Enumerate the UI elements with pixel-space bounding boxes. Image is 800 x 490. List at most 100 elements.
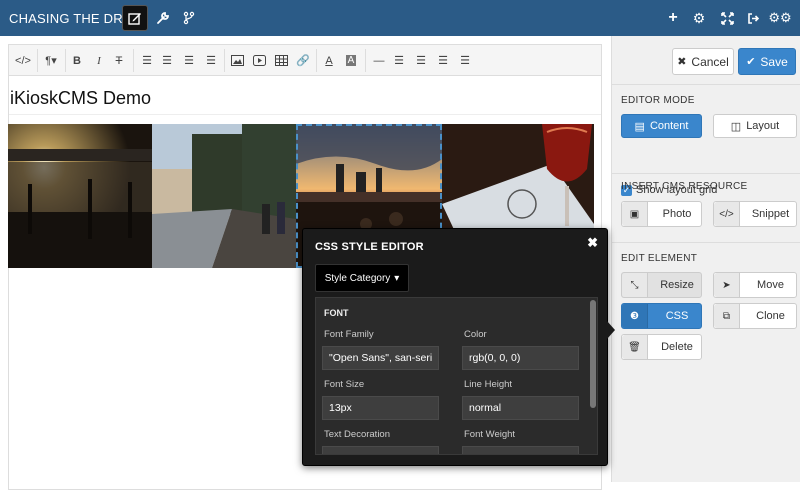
picture-icon: ▣ bbox=[622, 202, 648, 226]
cancel-button[interactable]: ✖ Cancel bbox=[672, 48, 734, 75]
branch-button[interactable] bbox=[176, 5, 202, 31]
ordered-list-icon[interactable]: ☰ bbox=[157, 51, 177, 70]
font-group-title: FONT bbox=[324, 308, 349, 318]
divider bbox=[612, 84, 800, 85]
close-icon[interactable]: ✖ bbox=[587, 235, 598, 251]
top-bar: CHASING THE DRIFT + ⚙ ⚙⚙ bbox=[0, 0, 800, 36]
cogs-icon: ⚙⚙ bbox=[768, 10, 792, 25]
move-label: Move bbox=[757, 279, 784, 291]
expand-icon bbox=[720, 11, 734, 25]
font-size-field[interactable]: 13px bbox=[322, 396, 439, 420]
trash-icon: 🗑 bbox=[622, 335, 648, 359]
photo-label: Photo bbox=[662, 208, 692, 220]
clone-label: Clone bbox=[756, 310, 785, 322]
location-arrow-icon: ➤ bbox=[714, 273, 740, 297]
side-panel: ✖ Cancel ✔ Save EDITOR MODE ▤ Content ◫ Layo… bbox=[611, 36, 800, 482]
layout-mode-button[interactable]: ◫ Layout bbox=[713, 114, 797, 138]
align-right-icon[interactable]: ☰ bbox=[433, 51, 453, 70]
clone-button[interactable]: ⧉ Clone bbox=[713, 303, 797, 329]
insert-snippet-button[interactable]: </> Snippet bbox=[713, 201, 797, 227]
snippet-label: Snippet bbox=[751, 208, 790, 220]
divider bbox=[612, 173, 800, 174]
outdent-icon[interactable]: ☰ bbox=[179, 51, 199, 70]
style-category-dropdown[interactable]: Style Category ▾ bbox=[315, 264, 409, 292]
style-category-label: Style Category bbox=[324, 272, 391, 284]
settings-button[interactable]: ⚙ bbox=[686, 5, 712, 31]
horizontal-rule-icon[interactable]: — bbox=[369, 51, 389, 70]
font-family-label: Font Family bbox=[324, 329, 374, 340]
gear-icon: ⚙ bbox=[692, 9, 706, 26]
fullscreen-button[interactable] bbox=[714, 5, 740, 31]
edit-mode-button[interactable] bbox=[122, 5, 148, 31]
resize-button[interactable]: ⤡ Resize bbox=[621, 272, 702, 298]
photo-canal[interactable] bbox=[152, 124, 296, 268]
justify-icon[interactable]: ☰ bbox=[455, 51, 475, 70]
sign-out-icon bbox=[747, 12, 759, 24]
caret-down-icon: ▾ bbox=[394, 272, 400, 284]
line-height-label: Line Height bbox=[464, 379, 513, 390]
insert-photo-button[interactable]: ▣ Photo bbox=[621, 201, 702, 227]
insert-resource-title: INSERT CMS RESOURCE bbox=[621, 181, 748, 192]
line-height-field[interactable]: normal bbox=[462, 396, 579, 420]
photo-canal-image bbox=[152, 124, 296, 268]
text-color-icon[interactable]: A bbox=[319, 51, 339, 70]
toolbar-divider bbox=[65, 49, 66, 72]
paragraph-icon[interactable]: ¶▾ bbox=[41, 51, 61, 70]
font-size-label: Font Size bbox=[324, 379, 365, 390]
advanced-settings-button[interactable]: ⚙⚙ bbox=[767, 5, 793, 31]
table-icon[interactable] bbox=[271, 51, 291, 70]
color-label: Color bbox=[464, 329, 487, 340]
tools-button[interactable] bbox=[150, 5, 176, 31]
font-weight-label: Font Weight bbox=[464, 429, 516, 440]
resize-label: Resize bbox=[660, 279, 694, 291]
text-decoration-field[interactable] bbox=[322, 446, 439, 454]
save-button[interactable]: ✔ Save bbox=[738, 48, 796, 75]
font-family-field[interactable]: "Open Sans", san-seri bbox=[322, 346, 439, 370]
edit-element-title: EDIT ELEMENT bbox=[621, 253, 698, 264]
content-label: Content bbox=[649, 120, 689, 132]
cancel-label: Cancel bbox=[691, 54, 729, 69]
bold-icon[interactable]: B bbox=[67, 51, 87, 70]
editor-mode-title: EDITOR MODE bbox=[621, 95, 695, 106]
layout-label: Layout bbox=[746, 120, 780, 132]
strikethrough-icon[interactable]: T bbox=[109, 51, 129, 70]
close-icon: ✖ bbox=[677, 56, 687, 68]
content-mode-button[interactable]: ▤ Content bbox=[621, 114, 702, 138]
css3-icon: ❸ bbox=[622, 304, 648, 328]
sign-out-button[interactable] bbox=[740, 5, 766, 31]
popover-arrow bbox=[607, 321, 615, 339]
indent-icon[interactable]: ☰ bbox=[201, 51, 221, 70]
color-field[interactable]: rgb(0, 0, 0) bbox=[462, 346, 579, 370]
align-left-icon[interactable]: ☰ bbox=[389, 51, 409, 70]
move-button[interactable]: ➤ Move bbox=[713, 272, 797, 298]
copy-icon: ⧉ bbox=[714, 304, 740, 328]
css-style-editor: CSS STYLE EDITOR ✖ Style Category ▾ FONT… bbox=[302, 228, 608, 466]
align-center-icon[interactable]: ☰ bbox=[411, 51, 431, 70]
document-title[interactable]: iKioskCMS Demo bbox=[9, 83, 601, 115]
resize-icon: ⤡ bbox=[622, 273, 648, 297]
toolbar-divider bbox=[133, 49, 134, 72]
edit-icon bbox=[128, 13, 141, 25]
wrench-icon bbox=[157, 12, 169, 24]
background-color-icon[interactable]: A bbox=[341, 51, 361, 70]
toolbar-divider bbox=[365, 49, 366, 72]
code-icon: </> bbox=[714, 202, 740, 226]
image-icon[interactable] bbox=[227, 51, 247, 70]
video-icon[interactable] bbox=[249, 51, 269, 70]
photo-station-image bbox=[8, 124, 152, 268]
save-label: Save bbox=[760, 54, 788, 69]
code-icon[interactable]: </> bbox=[13, 51, 33, 70]
italic-icon[interactable]: I bbox=[89, 51, 109, 70]
scrollbar[interactable] bbox=[590, 300, 596, 408]
font-weight-field[interactable] bbox=[462, 446, 579, 454]
css-button[interactable]: ❸ CSS bbox=[621, 303, 702, 329]
editor-toolbar: </> ¶▾ B I T ☰ ☰ ☰ ☰ 🔗 A A — ☰ ☰ ☰ ☰ bbox=[9, 45, 601, 76]
unordered-list-icon[interactable]: ☰ bbox=[137, 51, 157, 70]
link-icon[interactable]: 🔗 bbox=[293, 51, 313, 70]
divider bbox=[612, 242, 800, 243]
photo-station[interactable] bbox=[8, 124, 152, 268]
add-button[interactable]: + bbox=[660, 5, 686, 31]
css-label: CSS bbox=[665, 310, 689, 322]
toolbar-divider bbox=[316, 49, 317, 72]
delete-button[interactable]: 🗑 Delete bbox=[621, 334, 702, 360]
